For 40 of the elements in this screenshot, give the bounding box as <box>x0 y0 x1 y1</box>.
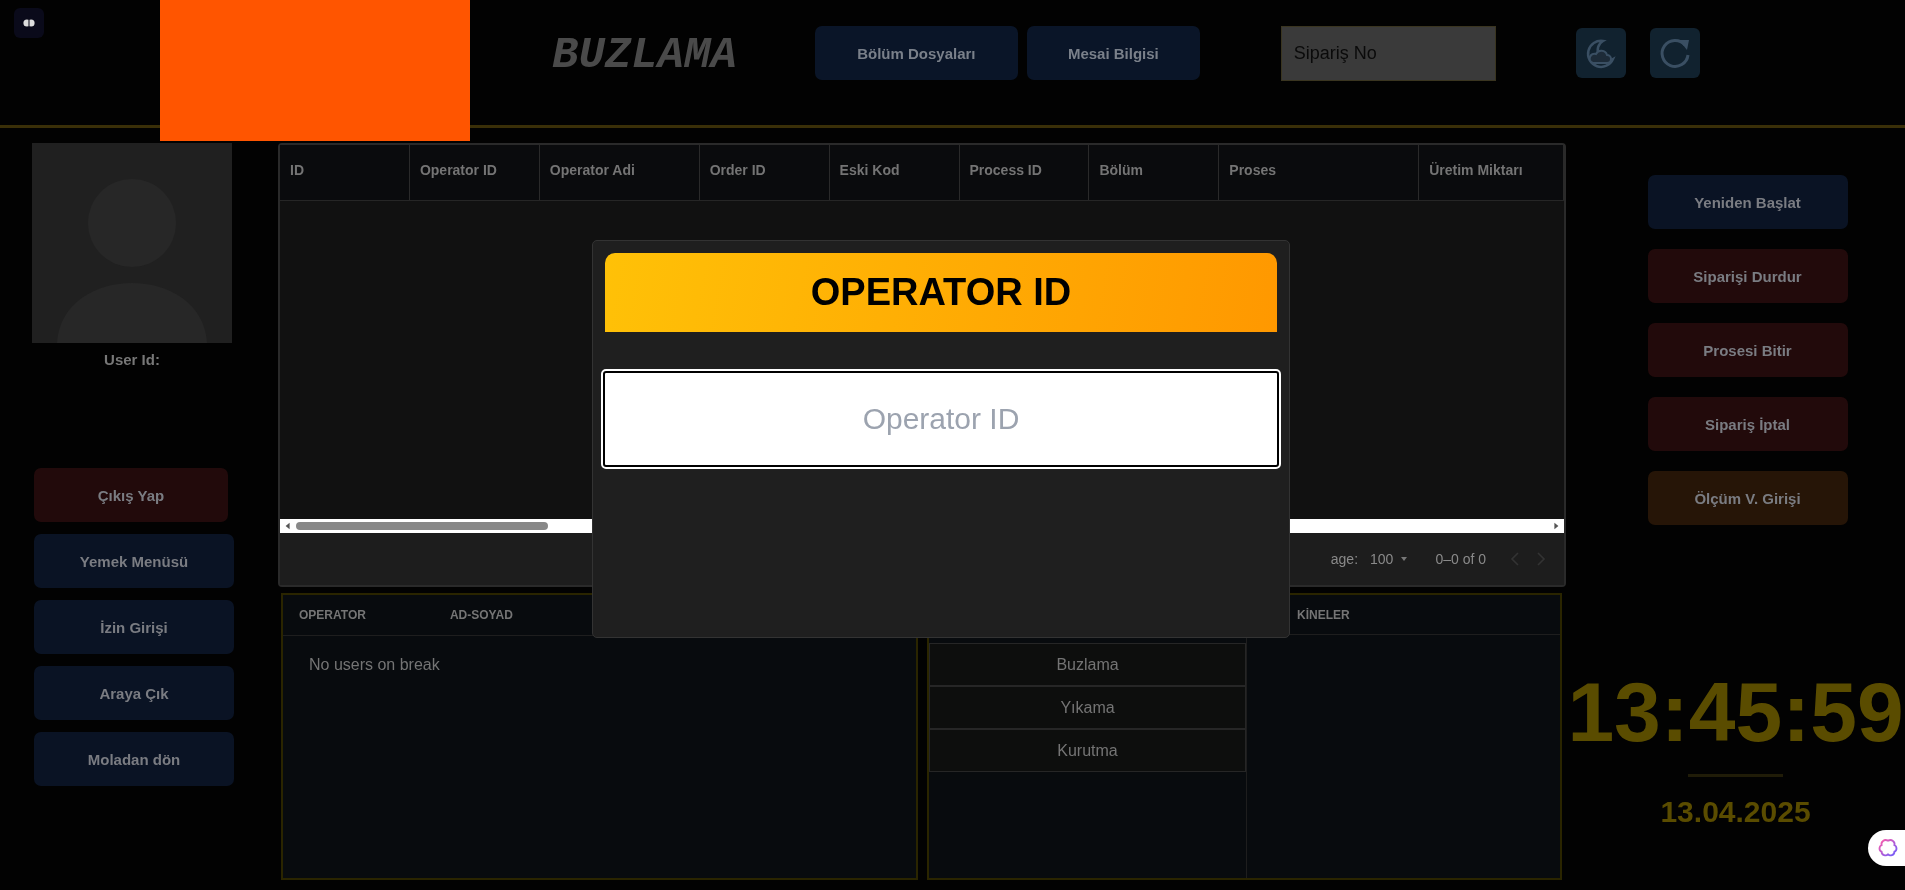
page-range: 0–0 of 0 <box>1435 551 1486 567</box>
action-button[interactable]: Yeniden Başlat <box>1647 175 1848 229</box>
process-item[interactable]: Kurutma <box>929 729 1246 772</box>
action-button[interactable]: Moladan dön <box>34 732 234 786</box>
header-button[interactable]: Mesai Bilgisi <box>1026 26 1200 80</box>
header-button[interactable]: Bölüm Dosyaları <box>814 26 1018 80</box>
column-header[interactable]: Proses <box>1219 145 1420 200</box>
user-id-label: User Id: <box>104 351 160 368</box>
modal-title: OPERATOR ID <box>605 253 1277 332</box>
column-header[interactable]: Eski Kod <box>829 145 960 200</box>
page-title: BUZLAMA <box>552 30 737 80</box>
column-header[interactable]: ID <box>280 145 410 200</box>
column-header[interactable]: Bölüm <box>1089 145 1220 200</box>
action-button[interactable]: Yemek Menüsü <box>34 534 234 588</box>
column-header: OPERATOR <box>299 608 366 622</box>
action-button[interactable]: Siparişi Durdur <box>1647 249 1848 303</box>
column-header[interactable]: Order ID <box>699 145 830 200</box>
process-item[interactable]: Yıkama <box>929 686 1246 729</box>
scroll-right-icon[interactable] <box>1552 522 1560 530</box>
operator-id-field[interactable]: Operator ID <box>603 371 1279 467</box>
column-header[interactable]: Operator Adi <box>539 145 700 200</box>
rows-per-page-select[interactable]: 100 <box>1370 551 1410 567</box>
column-header: AD-SOYAD <box>449 608 513 622</box>
action-button[interactable]: Araya Çık <box>34 666 234 720</box>
action-button[interactable]: Prosesi Bitir <box>1647 323 1848 377</box>
clock-date: 13.04.2025 <box>1660 795 1811 829</box>
column-header[interactable]: Operator ID <box>409 145 540 200</box>
column-header[interactable]: Process ID <box>959 145 1090 200</box>
scroll-left-icon[interactable] <box>284 522 292 530</box>
column-header: KİNELER <box>1297 607 1350 622</box>
avatar-icon <box>32 143 232 343</box>
action-button[interactable]: Çıkış Yap <box>34 468 228 522</box>
action-button[interactable]: Ölçüm V. Girişi <box>1647 471 1848 525</box>
process-item[interactable]: Buzlama <box>929 643 1246 686</box>
action-button[interactable]: İzin Girişi <box>34 600 234 654</box>
clock-time: 13:45:59 <box>1567 670 1904 754</box>
rows-per-page-label: age: <box>1330 551 1359 567</box>
column-header[interactable]: Üretim Miktarı <box>1419 145 1565 200</box>
empty-message: No users on break <box>309 656 441 674</box>
action-button[interactable]: Sipariş İptal <box>1647 397 1848 451</box>
